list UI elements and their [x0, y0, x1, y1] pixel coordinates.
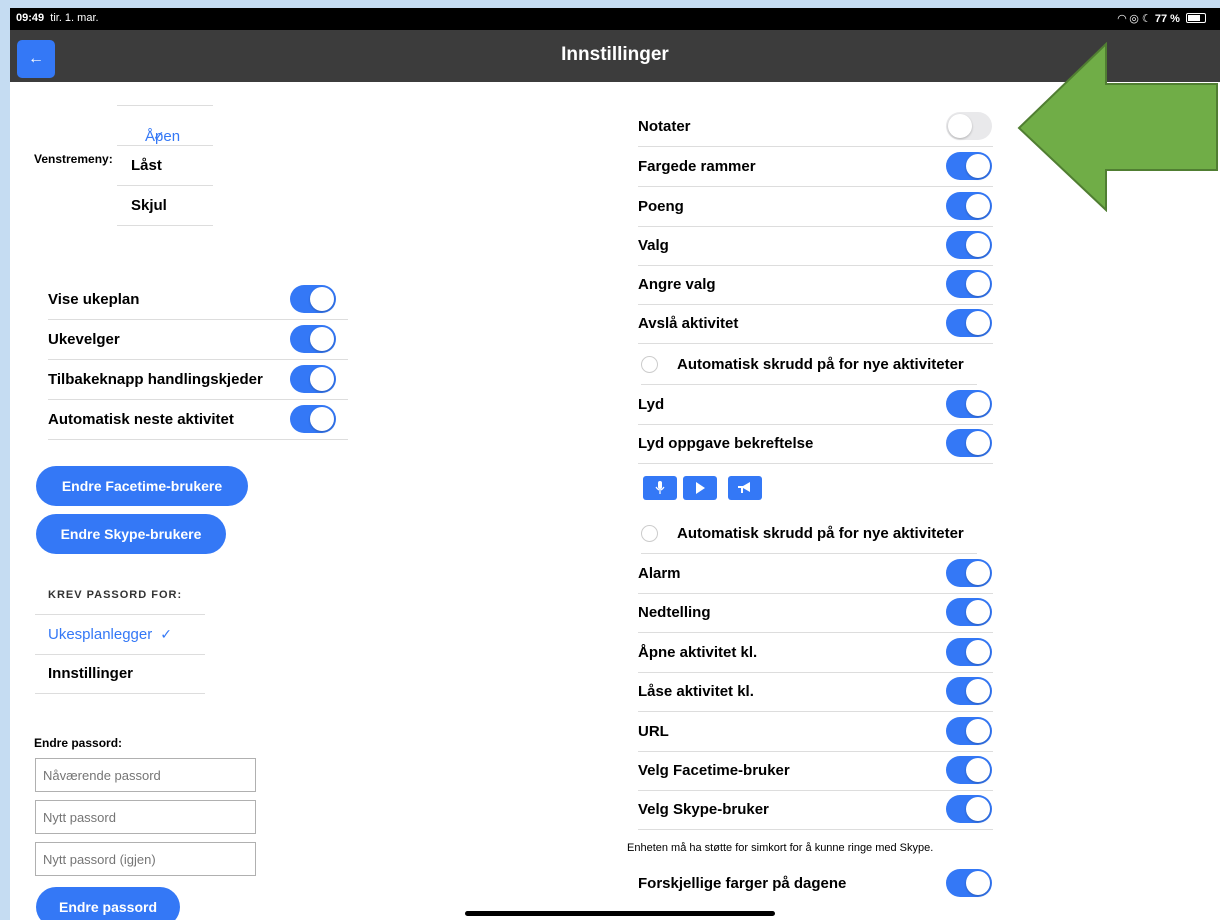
skype-sim-note: Enheten må ha støtte for simkort for å k…: [627, 842, 934, 854]
sound-toggle[interactable]: [946, 390, 992, 418]
status-bar: 09:49 tir. 1. mar. ◠ ◎ ☾ 77 %: [10, 8, 1220, 30]
microphone-icon[interactable]: [643, 476, 677, 500]
toggle-row-select-facetime-user: Velg Facetime-bruker: [638, 751, 993, 791]
toggle-label: Forskjellige farger på dagene: [638, 875, 847, 892]
toggle-label: Velg Facetime-bruker: [638, 762, 790, 779]
checkmark-icon: ✓: [153, 128, 165, 144]
toggle-label: Nedtelling: [638, 604, 711, 621]
toggle-label: Valg: [638, 237, 669, 254]
select-facetime-user-toggle[interactable]: [946, 756, 992, 784]
new-password-field[interactable]: [35, 800, 256, 834]
colored-frames-toggle[interactable]: [946, 152, 992, 180]
edit-skype-users-button[interactable]: Endre Skype-brukere: [36, 514, 226, 554]
toggle-row-select-skype-user: Velg Skype-bruker: [638, 790, 993, 830]
toggle-row-open-activity-at: Åpne aktivitet kl.: [638, 633, 993, 673]
toggle-row-backbutton: Tilbakeknapp handlingskjeder: [48, 360, 348, 400]
alarm-toggle[interactable]: [946, 559, 992, 587]
status-right: ◠ ◎ ☾ 77 %: [1118, 12, 1206, 25]
toggle-row-points: Poeng: [638, 187, 993, 227]
toggle-label: Angre valg: [638, 276, 716, 293]
weekpicker-toggle[interactable]: [290, 325, 336, 353]
wifi-icon: ◠: [1117, 13, 1127, 25]
toggle-label: Avslå aktivitet: [638, 315, 739, 332]
edit-facetime-users-button[interactable]: Endre Facetime-brukere: [36, 466, 248, 506]
toggle-row-auto-next: Automatisk neste aktivitet: [48, 400, 348, 440]
auto-on-label: Automatisk skrudd på for nye aktiviteter: [677, 525, 964, 542]
toggle-row-choice: Valg: [638, 226, 993, 266]
home-indicator: [465, 911, 775, 916]
toggle-row-sound: Lyd: [638, 385, 993, 425]
toggle-row-sound-confirm: Lyd oppgave bekreftelse: [638, 424, 993, 464]
password-option-settings[interactable]: Innstillinger: [35, 654, 205, 694]
toggle-row-notes: Notater: [638, 107, 993, 147]
toggle-row-colored-frames: Fargede rammer: [638, 147, 993, 187]
location-icon: ◎: [1129, 13, 1139, 25]
open-activity-at-toggle[interactable]: [946, 638, 992, 666]
toggle-label: Notater: [638, 118, 691, 135]
status-time: 09:49 tir. 1. mar.: [16, 12, 99, 24]
choice-toggle[interactable]: [946, 231, 992, 259]
backbutton-toggle[interactable]: [290, 365, 336, 393]
decline-activity-toggle[interactable]: [946, 309, 992, 337]
change-password-button[interactable]: Endre passord: [36, 887, 180, 920]
toggle-label: Låse aktivitet kl.: [638, 683, 754, 700]
toggle-row-lock-activity-at: Låse aktivitet kl.: [638, 672, 993, 712]
password-required-header: KREV PASSORD FOR:: [48, 589, 183, 601]
toggle-label: Fargede rammer: [638, 158, 756, 175]
current-password-field[interactable]: [35, 758, 256, 792]
toggle-row-undo-choice: Angre valg: [638, 265, 993, 305]
left-menu-option-open[interactable]: Åpen ✓: [117, 105, 213, 145]
points-toggle[interactable]: [946, 192, 992, 220]
repeat-password-field[interactable]: [35, 842, 256, 876]
toggle-label: Lyd oppgave bekreftelse: [638, 435, 814, 452]
sound-confirm-toggle[interactable]: [946, 429, 992, 457]
checkmark-icon: ✓: [160, 626, 172, 642]
toggle-row-countdown: Nedtelling: [638, 593, 993, 633]
toggle-row-alarm: Alarm: [638, 554, 993, 594]
play-icon[interactable]: [683, 476, 717, 500]
auto-on-row-1[interactable]: Automatisk skrudd på for nye aktiviteter: [641, 345, 977, 385]
toggle-row-url: URL: [638, 712, 993, 752]
toggle-label: Åpne aktivitet kl.: [638, 644, 758, 661]
left-menu-label: Venstremeny:: [34, 152, 113, 166]
toggle-label: Ukevelger: [48, 331, 120, 348]
radio-unchecked-icon: [641, 356, 658, 373]
undo-choice-toggle[interactable]: [946, 270, 992, 298]
lock-activity-at-toggle[interactable]: [946, 677, 992, 705]
toggle-row-weekplan: Vise ukeplan: [48, 280, 348, 320]
select-skype-user-toggle[interactable]: [946, 795, 992, 823]
auto-on-row-2[interactable]: Automatisk skrudd på for nye aktiviteter: [641, 514, 977, 554]
toggle-row-day-colors: Forskjellige farger på dagene: [638, 864, 993, 903]
toggle-label: Automatisk neste aktivitet: [48, 411, 234, 428]
moon-icon: ☾: [1141, 13, 1152, 25]
toggle-label: Velg Skype-bruker: [638, 801, 769, 818]
battery-percent: 77 %: [1154, 13, 1180, 25]
toggle-label: Alarm: [638, 565, 681, 582]
countdown-toggle[interactable]: [946, 598, 992, 626]
toggle-label: Lyd: [638, 396, 665, 413]
toggle-row-weekpicker: Ukevelger: [48, 320, 348, 360]
password-option-weekplanner[interactable]: Ukesplanlegger ✓: [35, 614, 205, 655]
left-menu-option-hide[interactable]: Skjul: [117, 185, 213, 226]
url-toggle[interactable]: [946, 717, 992, 745]
auto-next-toggle[interactable]: [290, 405, 336, 433]
day-colors-toggle[interactable]: [946, 869, 992, 897]
annotation-arrow-icon: [1017, 42, 1218, 212]
toggle-label: Poeng: [638, 198, 684, 215]
weekplan-toggle[interactable]: [290, 285, 336, 313]
radio-unchecked-icon: [641, 525, 658, 542]
auto-on-label: Automatisk skrudd på for nye aktiviteter: [677, 356, 964, 373]
toggle-row-decline-activity: Avslå aktivitet: [638, 304, 993, 344]
megaphone-icon[interactable]: [728, 476, 762, 500]
left-menu-option-locked[interactable]: Låst: [117, 145, 213, 185]
toggle-label: Tilbakeknapp handlingskjeder: [48, 371, 263, 388]
battery-icon: [1186, 13, 1206, 23]
change-password-label: Endre passord:: [34, 736, 123, 750]
toggle-label: Vise ukeplan: [48, 291, 140, 308]
notes-toggle[interactable]: [946, 112, 992, 140]
toggle-label: URL: [638, 723, 669, 740]
